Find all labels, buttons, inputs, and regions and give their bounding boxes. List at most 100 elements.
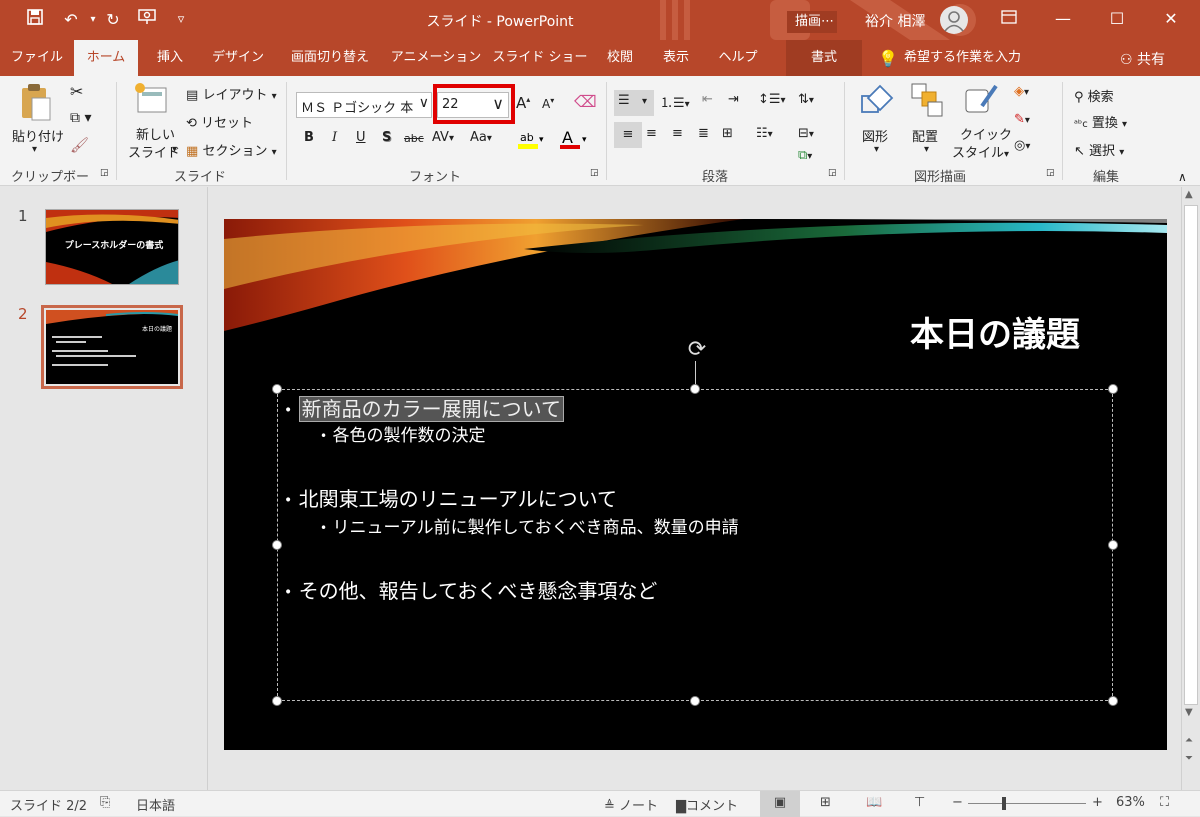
prev-slide-icon[interactable]: ⏶ [1185, 735, 1193, 746]
font-launcher-icon[interactable]: ◲ [590, 168, 599, 178]
tab-review[interactable]: 校閲 [594, 40, 646, 76]
normal-view-icon[interactable]: ▣ [760, 791, 800, 817]
increase-indent-icon[interactable]: ⇥ [728, 92, 739, 107]
resize-handle-r[interactable] [1108, 540, 1118, 550]
shape-fill-button[interactable]: ◈▾ [1014, 84, 1029, 99]
redo-icon[interactable]: ↻ [100, 8, 126, 32]
language-indicator[interactable]: 日本語 [136, 795, 175, 814]
paste-dropdown-icon[interactable]: ▾ [32, 144, 37, 155]
font-size-chevron-icon[interactable]: ∨ [492, 94, 504, 113]
shapes-label[interactable]: 図形 [862, 126, 888, 145]
notes-button[interactable]: ≜ ノート [604, 795, 658, 814]
shapes-icon[interactable] [858, 82, 894, 122]
bullet-item-2-1[interactable]: • リニューアル前に製作しておくべき商品、数量の申請 [320, 513, 739, 538]
tab-slideshow[interactable]: スライド ショー [490, 40, 590, 76]
arrange-label[interactable]: 配置 [912, 126, 938, 145]
numbering-button[interactable]: ⒈☰▾ [660, 92, 690, 111]
fit-to-window-icon[interactable]: ⛶ [1160, 795, 1169, 810]
shape-outline-button[interactable]: ✎▾ [1014, 112, 1030, 127]
tab-format[interactable]: 書式 [786, 40, 862, 76]
resize-handle-tr[interactable] [1108, 384, 1118, 394]
bold-button[interactable]: B [304, 130, 314, 145]
thumbnail-slide-2[interactable]: 本日の議題 [41, 305, 183, 389]
zoom-level[interactable]: 63% [1116, 795, 1145, 810]
tell-me-input[interactable]: 希望する作業を入力 [904, 40, 1034, 76]
resize-handle-br[interactable] [1108, 696, 1118, 706]
bullet-item-3[interactable]: • その他、報告しておくべき懸念事項など [284, 575, 657, 604]
copy-icon[interactable]: ⧉ ▾ [70, 110, 91, 126]
tab-insert[interactable]: 挿入 [142, 40, 198, 76]
font-name-chevron-icon[interactable]: ∨ [418, 95, 429, 111]
distribute-icon[interactable]: ⊞ [722, 126, 733, 141]
ribbon-display-options-icon[interactable] [986, 0, 1032, 38]
replace-button[interactable]: ᵃᵇc 置換 ▾ [1074, 112, 1127, 131]
tab-design[interactable]: デザイン [202, 40, 274, 76]
zoom-in-button[interactable]: + [1092, 795, 1103, 810]
font-color-button[interactable]: A ▾ [560, 128, 590, 154]
save-icon[interactable] [22, 8, 48, 32]
qat-customize-icon[interactable]: ▿ [168, 8, 194, 32]
slide-title[interactable]: 本日の議題 [910, 307, 1080, 356]
slide-canvas[interactable]: 本日の議題 ⟳ • 新商品のカラー展開について • 各色の製作数の決定 • 北関… [224, 219, 1167, 750]
resize-handle-l[interactable] [272, 540, 282, 550]
clear-formatting-icon[interactable]: ⌫ [574, 92, 597, 111]
paste-label[interactable]: 貼り付け [12, 126, 64, 145]
decrease-indent-icon[interactable]: ⇤ [702, 92, 713, 107]
start-slideshow-icon[interactable] [134, 8, 160, 32]
bullets-button[interactable]: ☰ ▾ [614, 90, 654, 116]
new-slide-icon[interactable] [134, 82, 170, 122]
smartart-button[interactable]: ⧉▾ [798, 148, 812, 163]
tab-transitions[interactable]: 画面切り替え [278, 40, 382, 76]
scroll-down-icon[interactable]: ▼ [1185, 707, 1193, 718]
user-name[interactable]: 裕介 相澤 [865, 11, 925, 31]
section-button[interactable]: ▦ セクション ▾ [186, 140, 277, 159]
share-button[interactable]: ⚇ 共有 [1120, 49, 1165, 69]
find-button[interactable]: ⚲ 検索 [1074, 86, 1114, 105]
maximize-icon[interactable]: ☐ [1094, 0, 1140, 38]
justify-icon[interactable]: ≣ [698, 126, 709, 141]
bullet-item-1[interactable]: • 新商品のカラー展開について [284, 393, 565, 422]
font-name-combobox[interactable]: ＭＳ Ｐゴシック 本文 ∨ [296, 92, 432, 118]
shadow-button[interactable]: S [382, 130, 391, 145]
align-right-icon[interactable]: ≡ [672, 126, 683, 141]
collapse-ribbon-icon[interactable]: ∧ [1178, 170, 1187, 184]
clipboard-launcher-icon[interactable]: ◲ [100, 168, 109, 178]
close-icon[interactable]: ✕ [1148, 0, 1194, 38]
reset-button[interactable]: ⟲ リセット [186, 112, 253, 131]
shrink-font-button[interactable]: A▾ [542, 96, 554, 111]
comments-button[interactable]: ▇コメント [676, 795, 738, 814]
columns-button[interactable]: ☷▾ [756, 126, 773, 141]
reading-view-icon[interactable]: 📖 [866, 795, 882, 810]
spell-check-icon[interactable]: ⎘ [100, 795, 110, 810]
scroll-up-icon[interactable]: ▲ [1185, 189, 1193, 200]
cut-icon[interactable]: ✂ [70, 82, 83, 101]
tab-view[interactable]: 表示 [650, 40, 702, 76]
shape-effects-button[interactable]: ◎▾ [1014, 138, 1030, 153]
thumbnail-slide-1[interactable]: プレースホルダーの書式 [45, 209, 179, 285]
paragraph-launcher-icon[interactable]: ◲ [828, 168, 837, 178]
bullet-item-1-1[interactable]: • 各色の製作数の決定 [320, 421, 485, 446]
shapes-dropdown-icon[interactable]: ▾ [874, 144, 879, 155]
underline-button[interactable]: U [356, 130, 366, 145]
tab-animations[interactable]: アニメーション [386, 40, 486, 76]
bullet-item-2[interactable]: • 北関東工場のリニューアルについて [284, 483, 617, 512]
align-left-icon[interactable]: ≡ [614, 122, 642, 148]
grow-font-button[interactable]: A▴ [516, 94, 530, 112]
new-slide-label-1[interactable]: 新しい [136, 124, 175, 143]
font-size-combobox[interactable]: 22 ∨ [437, 92, 509, 118]
resize-handle-bl[interactable] [272, 696, 282, 706]
format-painter-icon[interactable]: 🖌 [70, 136, 89, 154]
zoom-slider-thumb[interactable] [1002, 797, 1006, 810]
slide-sorter-icon[interactable]: ⊞ [820, 795, 831, 810]
align-text-button[interactable]: ⊟▾ [798, 126, 814, 141]
align-center-icon[interactable]: ≡ [646, 126, 657, 141]
quick-styles-label-1[interactable]: クイック [960, 124, 1012, 143]
quick-styles-label-2[interactable]: スタイル▾ [952, 142, 1009, 161]
strikethrough-button[interactable]: abc [404, 132, 424, 145]
zoom-out-button[interactable]: − [952, 795, 963, 810]
quick-styles-icon[interactable] [962, 82, 998, 122]
layout-button[interactable]: ▤ レイアウト ▾ [186, 84, 277, 103]
resize-handle-tl[interactable] [272, 384, 282, 394]
tab-home[interactable]: ホーム [74, 40, 138, 76]
new-slide-dropdown-icon[interactable]: ▾ [172, 144, 177, 155]
